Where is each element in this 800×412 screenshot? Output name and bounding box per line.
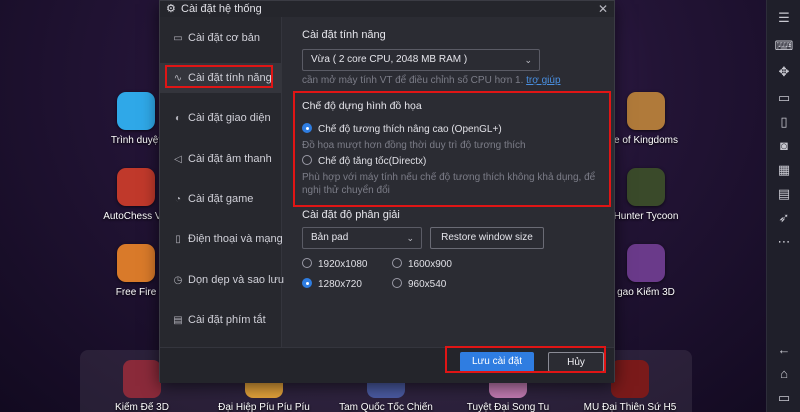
radio-label: 1280x720 <box>318 279 362 290</box>
radio-unselected-icon <box>392 278 402 288</box>
clock-icon: ◷ <box>173 275 183 286</box>
graphics-option-directx[interactable]: Chế độ tăng tốc(Directx) <box>302 155 426 168</box>
features-section-title: Cài đặt tính năng <box>302 29 386 41</box>
system-settings-dialog: ⚙ Cài đặt hệ thống ✕ ▭ Cài đặt cơ bản ∿ Cà… <box>159 0 615 383</box>
rocket-icon[interactable]: ➶ <box>774 208 794 228</box>
kiem-3d-app-icon <box>627 244 665 282</box>
resolution-option-1600[interactable]: 1600x900 <box>392 258 452 271</box>
graphics-option-opengl[interactable]: Chế độ tương thích nâng cao (OpenGL+) <box>302 123 502 136</box>
back-icon[interactable]: ← <box>774 340 794 360</box>
emulator-toolbar: ☰ ⌨ ✥ ▭ ▯ ◙ ▦ ▤ ➶ ⋯ ← ⌂ ▭ <box>766 0 800 412</box>
performance-select[interactable]: Vừa ( 2 core CPU, 2048 MB RAM ) ⌄ <box>302 49 540 71</box>
phone-icon: ▯ <box>175 234 181 245</box>
sidebar-item-label: Điện thoại và mạng <box>188 233 283 245</box>
resolution-option-1920[interactable]: 1920x1080 <box>302 258 368 271</box>
opengl-hint: Đồ họa mượt hơn đồng thời duy trì độ tươ… <box>302 140 526 151</box>
screen-icon[interactable]: ▭ <box>774 88 794 108</box>
gamepad-icon[interactable]: ✥ <box>774 62 794 82</box>
resolution-mode-value: Bản pad <box>311 232 349 243</box>
app-label: Đại Hiệp Píu Píu Píu <box>218 402 310 412</box>
cpu-hint-text: cần mở máy tính VT để điều chỉnh số CPU … <box>302 75 524 86</box>
hunter-tycoon-app-icon <box>627 168 665 206</box>
app-label: Tam Quốc Tốc Chiến <box>339 402 433 412</box>
radio-label: Chế độ tương thích nâng cao (OpenGL+) <box>318 124 502 135</box>
directx-hint-line2: nghị thử chuyển đổi <box>302 185 390 196</box>
directx-hint-line1: Phù hợp với máy tính nếu chế độ tương th… <box>302 172 596 183</box>
home-icon[interactable]: ⌂ <box>774 364 794 384</box>
restore-window-size-button[interactable]: Restore window size <box>430 227 544 249</box>
speaker-icon: ◁ <box>174 154 182 165</box>
monitor-icon: ▭ <box>173 33 183 44</box>
resolution-mode-select[interactable]: Bản pad ⌄ <box>302 227 422 249</box>
radio-unselected-icon <box>392 258 402 268</box>
resolution-option-1280[interactable]: 1280x720 <box>302 278 362 291</box>
pulse-icon: ∿ <box>173 73 183 84</box>
dialog-title: Cài đặt hệ thống <box>181 3 262 15</box>
cpu-hint: cần mở máy tính VT để điều chỉnh số CPU … <box>302 75 561 86</box>
camera-icon[interactable]: ◙ <box>774 136 794 156</box>
radio-label: 1920x1080 <box>318 259 368 270</box>
sidebar-item-label: Cài đặt tính năng <box>188 72 272 84</box>
kiem-de-app-icon <box>123 360 161 398</box>
dialog-footer: Lưu cài đặt Hủy <box>160 347 614 383</box>
radio-selected-icon <box>302 278 312 288</box>
save-settings-button[interactable]: Lưu cài đặt <box>460 352 534 372</box>
app-label: Tuyệt Đại Song Tu <box>466 402 550 412</box>
menu-icon[interactable]: ☰ <box>774 8 794 28</box>
keyboard-icon: ▤ <box>173 315 183 326</box>
more-icon[interactable]: ⋯ <box>774 232 794 252</box>
phone-icon[interactable]: ▯ <box>774 112 794 132</box>
close-icon[interactable]: ✕ <box>598 1 608 17</box>
sidebar-item-interface[interactable]: ◐ Cài đặt giao diện <box>160 103 282 133</box>
app-label: Kiếm Đế 3D <box>115 402 169 412</box>
mu-app-icon <box>611 360 649 398</box>
settings-content: Cài đặt tính năng Vừa ( 2 core CPU, 2048… <box>284 17 614 347</box>
resolution-option-960[interactable]: 960x540 <box>392 278 446 291</box>
chevron-down-icon: ⌄ <box>406 233 414 243</box>
sidebar-item-label: Cài đặt phím tắt <box>188 314 266 326</box>
sidebar-item-label: Cài đặt game <box>188 193 254 205</box>
sidebar-item-features[interactable]: ∿ Cài đặt tính năng <box>160 63 282 93</box>
performance-value: Vừa ( 2 core CPU, 2048 MB RAM ) <box>311 54 468 65</box>
game-icon: ◔ <box>174 194 182 205</box>
resolution-section-title: Cài đặt độ phân giải <box>302 209 400 221</box>
app-label: MU Đại Thiên Sứ H5 <box>583 402 677 412</box>
apk-icon[interactable]: ▦ <box>774 160 794 180</box>
browser-app-icon <box>117 92 155 130</box>
radio-selected-icon <box>302 123 312 133</box>
keyboard-icon[interactable]: ⌨ <box>774 36 794 56</box>
sidebar-item-label: Cài đặt âm thanh <box>188 153 272 165</box>
sidebar-item-sound[interactable]: ◁ Cài đặt âm thanh <box>160 144 282 174</box>
free-fire-app-icon <box>117 244 155 282</box>
graphics-section-title: Chế độ dựng hình đồ họa <box>302 100 422 112</box>
palette-icon: ◐ <box>174 113 182 124</box>
gear-icon: ⚙ <box>166 3 176 15</box>
radio-unselected-icon <box>302 155 312 165</box>
recent-icon[interactable]: ▭ <box>774 388 794 408</box>
autochess-app-icon <box>117 168 155 206</box>
sidebar-item-cleanup-backup[interactable]: ◷ Dọn dẹp và sao lưu <box>160 265 285 295</box>
sidebar-item-shortcuts[interactable]: ▤ Cài đặt phím tắt <box>160 305 282 335</box>
sidebar-item-game[interactable]: ◔ Cài đặt game <box>160 184 282 214</box>
sidebar-item-label: Dọn dẹp và sao lưu <box>188 274 285 286</box>
help-link[interactable]: trợ giúp <box>526 75 560 86</box>
radio-unselected-icon <box>302 258 312 268</box>
sidebar-item-basic[interactable]: ▭ Cài đặt cơ bản <box>160 23 282 53</box>
folder-icon[interactable]: ▤ <box>774 184 794 204</box>
radio-label: 1600x900 <box>408 259 452 270</box>
radio-label: 960x540 <box>408 279 447 290</box>
sidebar-item-label: Cài đặt cơ bản <box>188 32 261 44</box>
sidebar-item-phone-network[interactable]: ▯ Điện thoại và mạng <box>160 224 283 254</box>
kingdoms-app-icon <box>627 92 665 130</box>
settings-sidebar: ▭ Cài đặt cơ bản ∿ Cài đặt tính năng ◐ Cài … <box>160 17 285 347</box>
cancel-button[interactable]: Hủy <box>548 352 604 372</box>
radio-label: Chế độ tăng tốc(Directx) <box>318 156 427 167</box>
sidebar-item-label: Cài đặt giao diện <box>188 112 271 124</box>
dialog-titlebar: ⚙ Cài đặt hệ thống ✕ <box>160 1 614 17</box>
chevron-down-icon: ⌄ <box>524 55 532 65</box>
